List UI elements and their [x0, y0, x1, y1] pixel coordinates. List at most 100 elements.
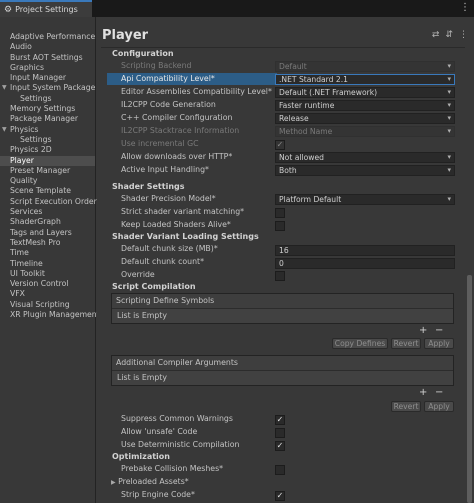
unsafe-code-label: Allow 'unsafe' Code — [121, 427, 198, 436]
sidebar-item-timeline[interactable]: Timeline — [0, 259, 95, 269]
chevron-right-icon[interactable]: ▶ — [111, 479, 116, 486]
settings-content: Configuration Scripting Backend Default … — [97, 49, 465, 503]
preset-icon[interactable]: ⇵ — [445, 30, 453, 40]
sidebar-item-scene-template[interactable]: Scene Template — [0, 186, 95, 196]
define-symbols-list: Scripting Define Symbols List is Empty — [111, 293, 454, 324]
add-define-button[interactable]: + — [419, 325, 427, 336]
suppress-warnings-checkbox[interactable]: ✓ — [275, 415, 285, 425]
keep-shaders-label: Keep Loaded Shaders Alive* — [121, 220, 231, 229]
scripting-backend-dropdown: Default — [275, 61, 455, 72]
compiler-args-list: Additional Compiler Arguments List is Em… — [111, 355, 454, 386]
input-handling-label: Active Input Handling* — [121, 165, 209, 174]
chunk-size-input[interactable]: 16 — [275, 245, 455, 256]
sidebar-item-input-system-settings[interactable]: Settings — [0, 94, 95, 104]
revert-args-button[interactable]: Revert — [391, 401, 421, 412]
compiler-args-header: Additional Compiler Arguments — [112, 356, 453, 371]
sidebar-item-input-system[interactable]: ▼ Input System Package — [0, 83, 95, 93]
sidebar-item-graphics[interactable]: Graphics — [0, 63, 95, 73]
unsafe-code-checkbox[interactable] — [275, 428, 285, 438]
incremental-gc-label: Use incremental GC — [121, 139, 199, 148]
sidebar-item-shadergraph[interactable]: ShaderGraph — [0, 217, 95, 227]
editor-compat-label: Editor Assemblies Compatibility Level* — [121, 87, 272, 96]
il2cpp-codegen-dropdown[interactable]: Faster runtime — [275, 100, 455, 111]
input-handling-dropdown[interactable]: Both — [275, 165, 455, 176]
sidebar-item-player[interactable]: Player — [0, 155, 95, 166]
sidebar-item-xr-plugin[interactable]: XR Plugin Management — [0, 310, 100, 320]
scripting-backend-label: Scripting Backend — [121, 61, 192, 70]
window-menu-icon[interactable]: ⋮ — [460, 3, 470, 13]
cpp-compiler-label: C++ Compiler Configuration — [121, 113, 233, 122]
keep-shaders-checkbox[interactable] — [275, 221, 285, 231]
deterministic-checkbox[interactable]: ✓ — [275, 441, 285, 451]
sidebar-item-version-control[interactable]: Version Control — [0, 279, 95, 289]
copy-defines-button[interactable]: Copy Defines — [332, 338, 388, 349]
sidebar-item-visual-scripting[interactable]: Visual Scripting — [0, 300, 95, 310]
sidebar-item-package-manager[interactable]: Package Manager — [0, 114, 95, 124]
il2cpp-stacktrace-dropdown: Method Name — [275, 126, 455, 137]
chunk-count-input[interactable]: 0 — [275, 258, 455, 269]
http-label: Allow downloads over HTTP* — [121, 152, 233, 161]
sidebar-item-physics[interactable]: ▼ Physics — [0, 125, 95, 135]
chevron-down-icon[interactable]: ▼ — [2, 125, 7, 135]
editor-compat-dropdown[interactable]: Default (.NET Framework) — [275, 87, 455, 98]
sidebar-item-burst-aot[interactable]: Burst AOT Settings — [0, 53, 95, 63]
sidebar-item-ui-toolkit[interactable]: UI Toolkit — [0, 269, 95, 279]
sidebar-item-services[interactable]: Services — [0, 207, 95, 217]
http-dropdown[interactable]: Not allowed — [275, 152, 455, 163]
sidebar-item-quality[interactable]: Quality — [0, 176, 95, 186]
compiler-args-empty: List is Empty — [117, 373, 167, 382]
preloaded-assets-label: Preloaded Assets* — [118, 477, 189, 486]
define-symbols-header: Scripting Define Symbols — [112, 294, 453, 309]
api-compat-dropdown[interactable]: .NET Standard 2.1 — [275, 74, 455, 85]
strict-variant-label: Strict shader variant matching* — [121, 207, 245, 216]
sidebar-item-input-manager[interactable]: Input Manager — [0, 73, 95, 83]
add-compiler-arg-button[interactable]: + — [419, 387, 427, 398]
define-symbols-empty: List is Empty — [117, 311, 167, 320]
revert-defines-button[interactable]: Revert — [391, 338, 421, 349]
title-bar: ⚙ Project Settings ⋮ — [0, 0, 474, 17]
remove-compiler-arg-button[interactable]: − — [435, 387, 443, 398]
sidebar-item-physics-settings[interactable]: Settings — [0, 135, 95, 145]
chunk-count-label: Default chunk count* — [121, 257, 204, 266]
sidebar-item-tags-layers[interactable]: Tags and Layers — [0, 228, 95, 238]
preloaded-assets-foldout[interactable]: ▶ Preloaded Assets* — [111, 477, 189, 486]
strip-engine-checkbox[interactable]: ✓ — [275, 491, 285, 501]
sidebar-item-vfx[interactable]: VFX — [0, 289, 95, 299]
strict-variant-checkbox[interactable] — [275, 208, 285, 218]
help-icon[interactable]: ⇄ — [432, 30, 440, 40]
cpp-compiler-dropdown[interactable]: Release — [275, 113, 455, 124]
override-checkbox[interactable] — [275, 271, 285, 281]
sidebar-item-script-execution-order[interactable]: Script Execution Order — [0, 197, 97, 207]
section-shader-settings: Shader Settings — [112, 182, 185, 191]
chunk-size-label: Default chunk size (MB)* — [121, 244, 218, 253]
sidebar-item-memory[interactable]: Memory Settings — [0, 104, 95, 114]
il2cpp-codegen-label: IL2CPP Code Generation — [121, 100, 216, 109]
remove-define-button[interactable]: − — [435, 325, 443, 336]
page-title: Player — [102, 28, 149, 43]
apply-defines-button[interactable]: Apply — [424, 338, 454, 349]
sidebar-item-preset-manager[interactable]: Preset Manager — [0, 166, 95, 176]
scrollbar[interactable] — [467, 275, 472, 503]
deterministic-label: Use Deterministic Compilation — [121, 440, 240, 449]
sidebar-item-time[interactable]: Time — [0, 248, 95, 258]
chevron-down-icon[interactable]: ▼ — [2, 83, 7, 93]
shader-precision-label: Shader Precision Model* — [121, 194, 216, 203]
section-script-compilation: Script Compilation — [112, 282, 196, 291]
suppress-warnings-label: Suppress Common Warnings — [121, 414, 233, 423]
incremental-gc-checkbox: ✓ — [275, 140, 285, 150]
window-tab[interactable]: ⚙ Project Settings — [0, 0, 92, 17]
strip-engine-label: Strip Engine Code* — [121, 490, 195, 499]
sidebar-item-physics-2d[interactable]: Physics 2D — [0, 145, 95, 155]
override-label: Override — [121, 270, 155, 279]
prebake-label: Prebake Collision Meshes* — [121, 464, 224, 473]
prebake-checkbox[interactable] — [275, 465, 285, 475]
shader-precision-dropdown[interactable]: Platform Default — [275, 194, 455, 205]
sidebar-item-adaptive-performance[interactable]: Adaptive Performance — [0, 32, 95, 42]
apply-args-button[interactable]: Apply — [424, 401, 454, 412]
sidebar-item-textmesh-pro[interactable]: TextMesh Pro — [0, 238, 95, 248]
gear-icon: ⚙ — [4, 4, 13, 15]
window-tab-title: Project Settings — [15, 5, 78, 14]
menu-icon[interactable]: ⋮ — [459, 30, 468, 40]
sidebar: Adaptive Performance Audio Burst AOT Set… — [0, 17, 100, 503]
sidebar-item-audio[interactable]: Audio — [0, 42, 95, 52]
